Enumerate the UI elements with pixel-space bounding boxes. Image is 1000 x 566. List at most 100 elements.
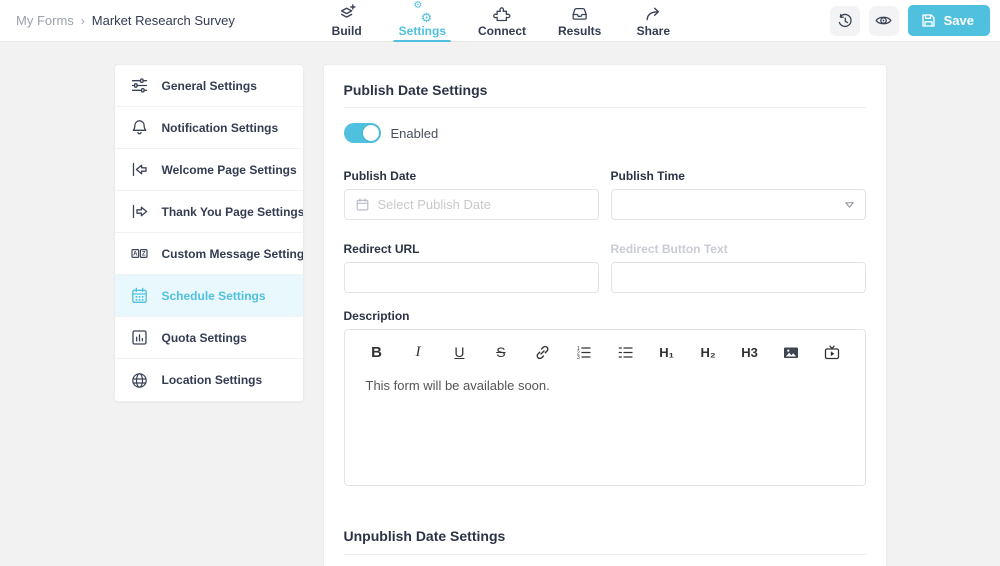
settings-sidebar: General Settings Notification Settings W…: [113, 64, 304, 402]
redirect-button-text-input[interactable]: [610, 262, 866, 293]
description-content[interactable]: This form will be available soon.: [345, 366, 865, 405]
history-button[interactable]: [829, 5, 860, 36]
tab-settings[interactable]: ⚙ ⚙ Settings: [393, 0, 452, 42]
settings-icon: ⚙ ⚙: [413, 0, 433, 26]
redirect-url-field: Redirect URL: [343, 242, 599, 293]
publish-enabled-label: Enabled: [390, 125, 439, 141]
breadcrumb-my-forms[interactable]: My Forms: [16, 13, 74, 28]
tab-results-label: Results: [557, 24, 602, 38]
divider: [343, 107, 866, 108]
sidebar-item-label: Notification Settings: [161, 120, 279, 135]
sidebar-item-label: Location Settings: [161, 373, 263, 387]
sidebar-item-label: Quota Settings: [161, 330, 247, 345]
ordered-list-icon[interactable]: 1 2 3: [574, 342, 594, 362]
publish-time-field: Publish Time: [610, 169, 866, 220]
editor-toolbar: B I U S 1 2 3 H₁ H₂ H3: [345, 330, 865, 366]
tab-connect-label: Connect: [477, 24, 526, 38]
publish-date-input-wrap: [343, 189, 599, 220]
a-z-boxes-icon: A Z: [130, 244, 149, 263]
chevron-down-icon: [844, 202, 854, 208]
sidebar-item-location-settings[interactable]: Location Settings: [115, 359, 303, 401]
chart-box-icon: [130, 328, 149, 347]
underline-icon[interactable]: U: [449, 342, 469, 362]
sidebar-item-label: Custom Message Settings: [161, 246, 304, 261]
tab-share[interactable]: Share: [630, 0, 676, 42]
publish-date-input[interactable]: [377, 190, 588, 219]
main-tabs: Build ⚙ ⚙ Settings Connect Results Share: [324, 0, 677, 42]
sidebar-item-schedule-settings[interactable]: Schedule Settings: [114, 275, 303, 317]
link-icon[interactable]: [532, 342, 552, 362]
preview-button[interactable]: [868, 5, 899, 36]
sidebar-item-label: General Settings: [161, 78, 257, 93]
calendar-icon: [130, 286, 149, 305]
connect-icon: [492, 4, 512, 23]
svg-text:A: A: [133, 252, 138, 258]
eye-icon: [874, 11, 893, 30]
schedule-settings-panel: Publish Date Settings Enabled Publish Da…: [322, 64, 887, 566]
bell-icon: [130, 118, 149, 137]
globe-icon: [130, 371, 149, 390]
arrow-right-bar-icon: [130, 202, 149, 221]
sidebar-item-general-settings[interactable]: General Settings: [114, 65, 303, 107]
image-icon[interactable]: [781, 342, 801, 362]
arrow-left-bar-icon: [130, 160, 149, 179]
publish-date-field: Publish Date: [343, 169, 599, 220]
sidebar-item-label: Thank You Page Settings: [161, 204, 304, 219]
publish-enabled-toggle[interactable]: [343, 123, 381, 143]
italic-icon[interactable]: I: [408, 342, 428, 362]
publish-enabled-row: Enabled: [343, 123, 866, 143]
unordered-list-icon[interactable]: [615, 342, 635, 362]
heading-3-icon[interactable]: H3: [740, 342, 760, 362]
redirect-button-text-label: Redirect Button Text: [610, 242, 728, 256]
topbar: My Forms › Market Research Survey Build …: [0, 0, 1000, 42]
redirect-url-input[interactable]: [343, 262, 599, 293]
calendar-icon: [355, 197, 370, 212]
tab-settings-label: Settings: [398, 24, 446, 38]
toggle-knob: [362, 125, 379, 141]
strikethrough-icon[interactable]: S: [491, 342, 511, 362]
tab-build[interactable]: Build: [324, 0, 370, 42]
topbar-actions: Save: [829, 5, 990, 36]
sidebar-item-label: Schedule Settings: [161, 288, 266, 303]
sidebar-item-notification-settings[interactable]: Notification Settings: [114, 107, 303, 149]
floppy-disk-icon: [921, 13, 936, 28]
description-label: Description: [343, 309, 410, 323]
sidebar-item-label: Welcome Page Settings: [161, 162, 297, 177]
video-icon[interactable]: [822, 342, 842, 362]
sidebar-item-thank-you-page-settings[interactable]: Thank You Page Settings: [114, 191, 304, 233]
divider: [343, 554, 866, 555]
publish-time-select[interactable]: [610, 189, 866, 220]
breadcrumb-current-form: Market Research Survey: [91, 13, 235, 28]
date-time-row: Publish Date Publish Time: [343, 169, 866, 220]
share-icon: [643, 4, 663, 23]
bold-icon[interactable]: B: [367, 342, 387, 362]
results-icon: [570, 4, 590, 23]
tab-results[interactable]: Results: [555, 0, 604, 42]
publish-time-label: Publish Time: [610, 169, 685, 183]
unpublish-section-title: Unpublish Date Settings: [343, 528, 506, 544]
breadcrumb-separator: ›: [80, 13, 85, 28]
content-area: General Settings Notification Settings W…: [0, 42, 1000, 566]
redirect-url-label: Redirect URL: [343, 242, 420, 256]
redirect-row: Redirect URL Redirect Button Text: [343, 242, 866, 293]
svg-text:Z: Z: [141, 252, 145, 258]
save-button[interactable]: Save: [907, 5, 990, 36]
heading-2-icon[interactable]: H₂: [698, 342, 718, 362]
history-icon: [836, 12, 854, 30]
publish-date-label: Publish Date: [343, 169, 417, 183]
tab-connect[interactable]: Connect: [475, 0, 529, 42]
publish-section-title: Publish Date Settings: [343, 82, 488, 98]
redirect-button-text-field: Redirect Button Text: [610, 242, 866, 293]
sliders-icon: [130, 76, 149, 95]
breadcrumb: My Forms › Market Research Survey: [16, 13, 235, 28]
svg-text:3: 3: [577, 355, 580, 361]
tab-build-label: Build: [331, 24, 362, 38]
build-icon: [337, 4, 357, 23]
sidebar-item-custom-message-settings[interactable]: A Z Custom Message Settings: [114, 233, 304, 275]
unpublish-section: Unpublish Date Settings: [343, 528, 866, 566]
description-editor: B I U S 1 2 3 H₁ H₂ H3 This form will be…: [343, 329, 866, 486]
save-button-label: Save: [943, 13, 974, 28]
heading-1-icon[interactable]: H₁: [657, 342, 677, 362]
sidebar-item-quota-settings[interactable]: Quota Settings: [114, 317, 303, 359]
sidebar-item-welcome-page-settings[interactable]: Welcome Page Settings: [114, 149, 303, 191]
